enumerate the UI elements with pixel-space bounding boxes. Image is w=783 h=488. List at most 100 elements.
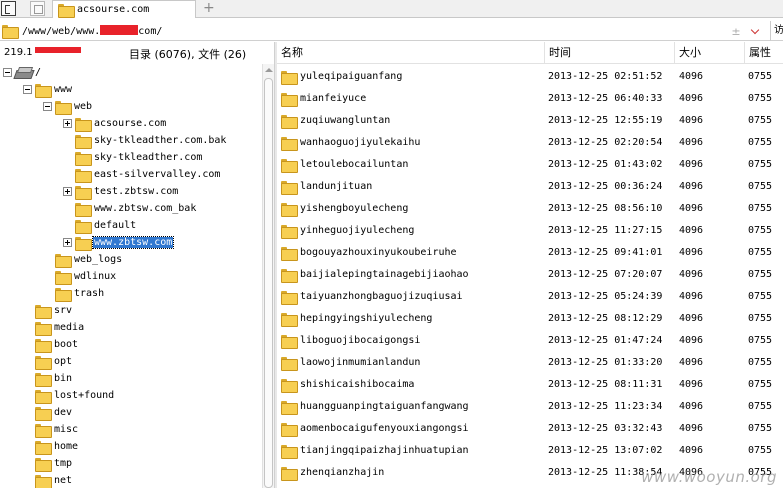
tree-item[interactable]: web_logs bbox=[55, 251, 123, 268]
expand-icon[interactable] bbox=[63, 238, 72, 247]
file-name: yuleqipaiguanfang bbox=[300, 71, 403, 82]
file-row[interactable]: wanhaoguojiyulekaihu 2013-12-25 02:20:54 4… bbox=[277, 132, 783, 154]
folder-icon bbox=[75, 219, 92, 234]
file-row[interactable]: tianjingqipaizhajinhuatupian 2013-12-25 1… bbox=[277, 440, 783, 462]
tree-item[interactable]: www bbox=[23, 81, 73, 98]
file-row[interactable]: yuleqipaiguanfang 2013-12-25 02:51:52 4096… bbox=[277, 66, 783, 88]
server-ip: 219.1 bbox=[4, 46, 81, 58]
tree-item[interactable]: www.zbtsw.com bbox=[63, 234, 175, 251]
file-row[interactable]: yinheguojiyulecheng 2013-12-25 11:27:15 40… bbox=[277, 220, 783, 242]
column-perm[interactable]: 属性 bbox=[745, 42, 783, 64]
file-time: 2013-12-25 00:36:24 bbox=[548, 181, 663, 192]
add-tab-button[interactable]: + bbox=[203, 0, 215, 18]
scroll-thumb[interactable] bbox=[264, 78, 273, 488]
tree-item[interactable]: www.zbtsw.com_bak bbox=[75, 200, 197, 217]
file-row[interactable]: hepingyingshiyulecheng 2013-12-25 08:12:2… bbox=[277, 308, 783, 330]
tree-item[interactable]: default bbox=[75, 217, 137, 234]
tree-item[interactable]: boot bbox=[35, 336, 79, 353]
tree-item[interactable]: / bbox=[3, 64, 42, 81]
collapse-icon[interactable] bbox=[43, 102, 52, 111]
file-row[interactable]: zuqiuwangluntan 2013-12-25 12:55:19 4096 07… bbox=[277, 110, 783, 132]
folder-icon bbox=[35, 372, 52, 387]
file-row[interactable]: baijialepingtainagebijiaohao 2013-12-25 0… bbox=[277, 264, 783, 286]
folder-icon bbox=[35, 406, 52, 421]
folder-icon bbox=[281, 313, 298, 327]
file-perm: 0755 bbox=[748, 445, 773, 456]
tree-item[interactable]: media bbox=[35, 319, 85, 336]
tree-item-label: test.zbtsw.com bbox=[94, 186, 179, 197]
folder-icon bbox=[58, 3, 75, 18]
go-button[interactable]: 访 bbox=[770, 21, 783, 41]
tree-item[interactable]: east-silvervalley.com bbox=[75, 166, 221, 183]
tree-item[interactable]: sky-tkleadther.com bbox=[75, 149, 203, 166]
new-window-icon[interactable] bbox=[30, 1, 45, 16]
column-size[interactable]: 大小 bbox=[675, 42, 745, 64]
tree-item[interactable]: test.zbtsw.com bbox=[63, 183, 179, 200]
tree-item[interactable]: wdlinux bbox=[55, 268, 117, 285]
folder-icon bbox=[55, 270, 72, 285]
tree-item-label: web bbox=[74, 101, 93, 112]
tab-acsourse[interactable]: acsourse.com bbox=[52, 0, 196, 18]
file-row[interactable]: liboguojibocaigongsi 2013-12-25 01:47:24 4… bbox=[277, 330, 783, 352]
column-time[interactable]: 时间 bbox=[545, 42, 675, 64]
tree-item[interactable]: bin bbox=[35, 370, 73, 387]
file-row[interactable]: aomenbocaigufenyouxiangongsi 2013-12-25 0… bbox=[277, 418, 783, 440]
tree-scrollbar[interactable] bbox=[262, 64, 274, 488]
collapse-icon[interactable] bbox=[3, 68, 12, 77]
tree-item[interactable]: lost+found bbox=[35, 387, 115, 404]
tree-item-label: lost+found bbox=[54, 390, 115, 401]
file-size: 4096 bbox=[679, 379, 704, 390]
file-name: mianfeiyuce bbox=[300, 93, 367, 104]
scroll-up-icon[interactable] bbox=[265, 68, 273, 72]
tree-item[interactable]: web bbox=[43, 98, 93, 115]
folder-icon bbox=[55, 287, 72, 302]
file-size: 4096 bbox=[679, 247, 704, 258]
address-bar[interactable]: /www/web/www. com/ ± 访 bbox=[0, 21, 783, 41]
file-name: zhenqianzhajin bbox=[300, 467, 385, 478]
file-perm: 0755 bbox=[748, 313, 773, 324]
folder-icon bbox=[281, 423, 298, 437]
file-size: 4096 bbox=[679, 269, 704, 280]
tree-item[interactable]: net bbox=[35, 472, 73, 488]
file-row[interactable]: mianfeiyuce 2013-12-25 06:40:33 4096 0755 bbox=[277, 88, 783, 110]
tree-item-label: sky-tkleadther.com bbox=[94, 152, 203, 163]
tree-item-label: sky-tkleadther.com.bak bbox=[94, 135, 227, 146]
expand-icon[interactable] bbox=[63, 187, 72, 196]
file-row[interactable]: bogouyazhouxinyukoubeiruhe 2013-12-25 09:… bbox=[277, 242, 783, 264]
tree-item[interactable]: tmp bbox=[35, 455, 73, 472]
plus-minus-icon[interactable]: ± bbox=[728, 25, 744, 38]
file-row[interactable]: landunjituan 2013-12-25 00:36:24 4096 0755 bbox=[277, 176, 783, 198]
file-row[interactable]: yishengboyulecheng 2013-12-25 08:56:10 409… bbox=[277, 198, 783, 220]
file-row[interactable]: shishicaishibocaima 2013-12-25 08:11:31 40… bbox=[277, 374, 783, 396]
chevron-down-icon[interactable] bbox=[750, 25, 762, 37]
file-name: baijialepingtainagebijiaohao bbox=[300, 269, 469, 280]
file-row[interactable]: huangguanpingtaiguanfangwang 2013-12-25 1… bbox=[277, 396, 783, 418]
tree-item[interactable]: dev bbox=[35, 404, 73, 421]
file-time: 2013-12-25 06:40:33 bbox=[548, 93, 663, 104]
tree-item[interactable]: sky-tkleadther.com.bak bbox=[75, 132, 227, 149]
tree-item[interactable]: trash bbox=[55, 285, 105, 302]
tree-item[interactable]: home bbox=[35, 438, 79, 455]
folder-icon bbox=[55, 253, 72, 268]
panel-toggle-icon[interactable] bbox=[1, 1, 16, 16]
file-time: 2013-12-25 01:43:02 bbox=[548, 159, 663, 170]
tree-item[interactable]: opt bbox=[35, 353, 73, 370]
tree-item[interactable]: acsourse.com bbox=[63, 115, 167, 132]
file-size: 4096 bbox=[679, 335, 704, 346]
collapse-icon[interactable] bbox=[23, 85, 32, 94]
file-row[interactable]: taiyuanzhongbaguojizuqiusai 2013-12-25 05… bbox=[277, 286, 783, 308]
folder-icon bbox=[281, 159, 298, 173]
file-name: huangguanpingtaiguanfangwang bbox=[300, 401, 469, 412]
file-size: 4096 bbox=[679, 71, 704, 82]
expand-icon[interactable] bbox=[63, 119, 72, 128]
column-name[interactable]: 名称 bbox=[277, 42, 545, 64]
tree-item[interactable]: misc bbox=[35, 421, 79, 438]
tree-item-label: boot bbox=[54, 339, 79, 350]
tree-item[interactable]: srv bbox=[35, 302, 73, 319]
folder-icon bbox=[281, 225, 298, 239]
file-row[interactable]: letoulebocailuntan 2013-12-25 01:43:02 409… bbox=[277, 154, 783, 176]
address-path[interactable]: /www/web/www. com/ bbox=[22, 24, 162, 37]
file-name: hepingyingshiyulecheng bbox=[300, 313, 433, 324]
file-row[interactable]: laowojinmumianlandun 2013-12-25 01:33:20 4… bbox=[277, 352, 783, 374]
file-list: yuleqipaiguanfang 2013-12-25 02:51:52 4096… bbox=[277, 66, 783, 488]
